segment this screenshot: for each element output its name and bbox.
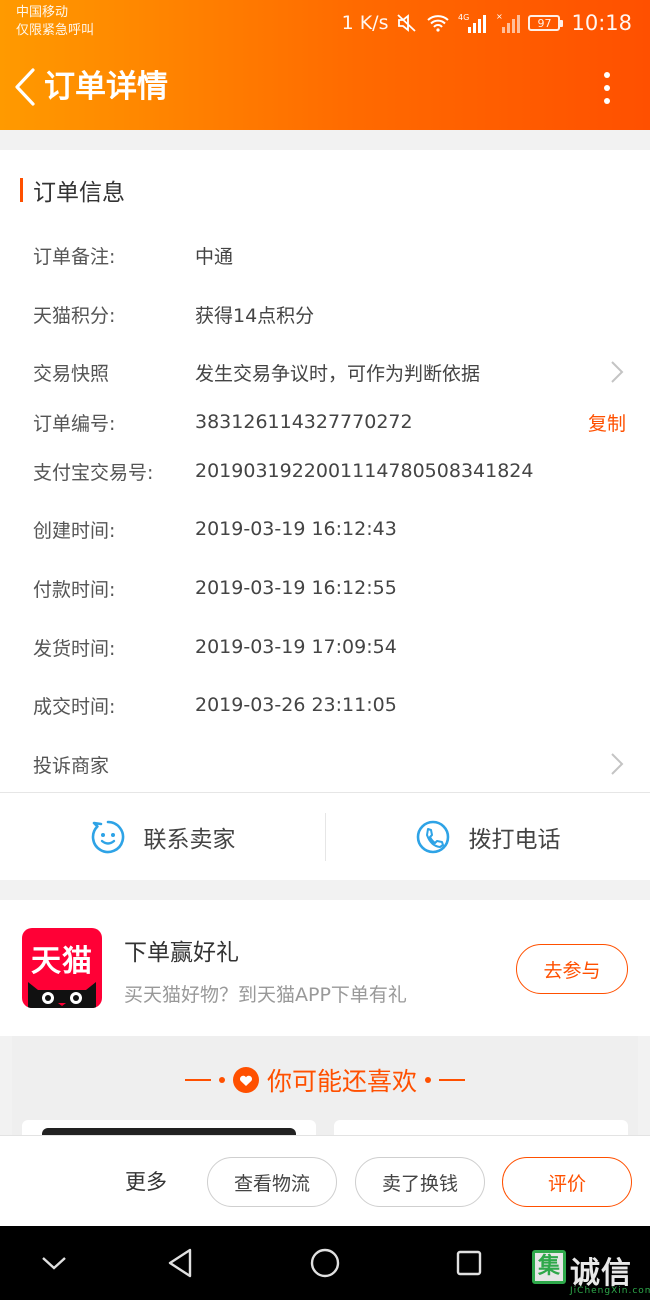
- paid-time-row: 付款时间: 2019-03-19 16:12:55: [0, 570, 650, 606]
- svg-text:×: ×: [496, 12, 503, 21]
- row-label: 发货时间:: [33, 637, 116, 660]
- chevron-left-icon: [15, 68, 35, 106]
- join-button[interactable]: 去参与: [516, 944, 628, 994]
- copy-button[interactable]: 复制: [588, 409, 626, 436]
- recommend-header: 你可能还喜欢: [12, 1062, 638, 1098]
- complain-seller-row[interactable]: 投诉商家: [0, 746, 650, 782]
- contact-seller-label: 联系卖家: [143, 827, 236, 853]
- order-number-row: 订单编号: 383126114327770272 复制: [0, 404, 650, 440]
- battery-level: 97: [528, 15, 561, 31]
- signal-no-sim-icon: ×: [496, 12, 521, 34]
- more-options-button[interactable]: [592, 68, 622, 108]
- watermark-logo: 集 诚信 JiChengXin.com: [532, 1250, 650, 1300]
- logo-text: 天猫: [31, 944, 93, 979]
- watermark-box: 集: [532, 1250, 566, 1284]
- chevron-right-icon: [610, 752, 624, 780]
- network-speed: 1 K/s: [341, 12, 389, 34]
- nav-collapse-button[interactable]: [30, 1240, 78, 1286]
- call-phone-label: 拨打电话: [468, 827, 561, 853]
- row-label: 支付宝交易号:: [33, 461, 154, 484]
- recommend-title: 你可能还喜欢: [266, 1067, 417, 1096]
- resell-button[interactable]: 卖了换钱: [355, 1157, 485, 1207]
- row-value: 2019-03-19 16:12:55: [195, 577, 397, 599]
- circle-home-icon: [310, 1248, 340, 1278]
- battery-icon: 97: [528, 15, 564, 31]
- contact-bar: 联系卖家 拨打电话: [0, 792, 650, 880]
- promo-title: 下单赢好礼: [124, 940, 239, 966]
- order-info-card: 订单信息 订单备注: 中通 天猫积分: 获得14点积分 交易快照 发生交易争议时…: [0, 150, 650, 792]
- mute-icon: [396, 12, 418, 34]
- watermark-sub: JiChengXin.com: [570, 1286, 650, 1296]
- section-header: 订单信息: [20, 176, 125, 206]
- carrier-name: 中国移动: [16, 5, 69, 20]
- row-label: 创建时间:: [33, 519, 116, 542]
- row-label: 天猫积分:: [33, 304, 116, 327]
- bottom-action-bar: 更多 查看物流 卖了换钱 评价: [0, 1135, 650, 1226]
- clock: 10:18: [571, 11, 632, 35]
- recommend-section: 你可能还喜欢: [12, 1036, 638, 1140]
- more-vertical-icon: [604, 72, 610, 78]
- completed-time-row: 成交时间: 2019-03-26 23:11:05: [0, 687, 650, 723]
- alipay-trade-row: 支付宝交易号: 2019031922001114780508341824: [0, 453, 650, 489]
- row-label: 投诉商家: [33, 754, 110, 777]
- status-bar: 中国移动 仅限紧急呼叫 1 K/s 4G × 97 10:18: [0, 0, 650, 46]
- wifi-icon: [426, 13, 450, 33]
- svg-text:4G: 4G: [458, 13, 469, 22]
- call-phone-button[interactable]: 拨打电话: [325, 793, 650, 881]
- decor-line-right: [439, 1079, 465, 1081]
- decor-line-left: [184, 1079, 211, 1081]
- page-title: 订单详情: [44, 69, 168, 105]
- row-label: 订单备注:: [33, 245, 116, 268]
- section-title: 订单信息: [33, 180, 125, 206]
- shipped-time-row: 发货时间: 2019-03-19 17:09:54: [0, 629, 650, 665]
- tmall-points-row: 天猫积分: 获得14点积分: [0, 296, 650, 332]
- order-note-row: 订单备注: 中通: [0, 237, 650, 273]
- row-value: 获得14点积分: [195, 304, 315, 327]
- order-number: 383126114327770272: [195, 411, 413, 433]
- created-time-row: 创建时间: 2019-03-19 16:12:43: [0, 511, 650, 547]
- more-link[interactable]: 更多: [125, 1166, 167, 1196]
- heart-icon: [232, 1067, 259, 1093]
- row-value: 2019031922001114780508341824: [195, 460, 534, 482]
- row-value: 发生交易争议时，可作为判断依据: [195, 362, 481, 385]
- row-value: 2019-03-19 16:12:43: [195, 518, 397, 540]
- row-value: 中通: [195, 245, 234, 268]
- row-value: 2019-03-26 23:11:05: [195, 694, 397, 716]
- signal-4g-icon: 4G: [458, 12, 488, 34]
- tmall-logo: 天猫: [22, 928, 102, 1008]
- status-indicators: 1 K/s 4G × 97 10:18: [342, 8, 632, 38]
- chevron-right-icon: [610, 360, 624, 388]
- carrier-info: 中国移动 仅限紧急呼叫: [16, 4, 94, 40]
- emergency-only-text: 仅限紧急呼叫: [16, 23, 95, 38]
- chat-smile-icon: [91, 820, 124, 854]
- nav-home-button[interactable]: [301, 1240, 349, 1286]
- app-header: 中国移动 仅限紧急呼叫 1 K/s 4G × 97 10:18 订单详情: [0, 0, 650, 130]
- contact-seller-button[interactable]: 联系卖家: [0, 793, 325, 881]
- triangle-back-icon: [168, 1248, 192, 1278]
- row-label: 成交时间:: [33, 695, 116, 718]
- row-label: 付款时间:: [33, 578, 116, 601]
- promo-subtitle: 买天猫好物？到天猫APP下单有礼: [124, 984, 407, 1006]
- view-logistics-button[interactable]: 查看物流: [207, 1157, 337, 1207]
- chevron-down-icon: [42, 1257, 66, 1270]
- row-label: 订单编号:: [33, 412, 116, 435]
- square-recents-icon: [456, 1250, 482, 1276]
- row-label: 交易快照: [33, 362, 110, 385]
- nav-recents-button[interactable]: [445, 1240, 493, 1286]
- trade-snapshot-row[interactable]: 交易快照 发生交易争议时，可作为判断依据: [0, 354, 650, 390]
- back-button[interactable]: [8, 64, 42, 110]
- section-accent-bar: [20, 178, 23, 202]
- phone-icon: [416, 820, 449, 854]
- row-value: 2019-03-19 17:09:54: [195, 636, 397, 658]
- nav-back-button[interactable]: [156, 1240, 204, 1286]
- review-button[interactable]: 评价: [502, 1157, 632, 1207]
- tmall-cat-icon: [28, 982, 96, 1008]
